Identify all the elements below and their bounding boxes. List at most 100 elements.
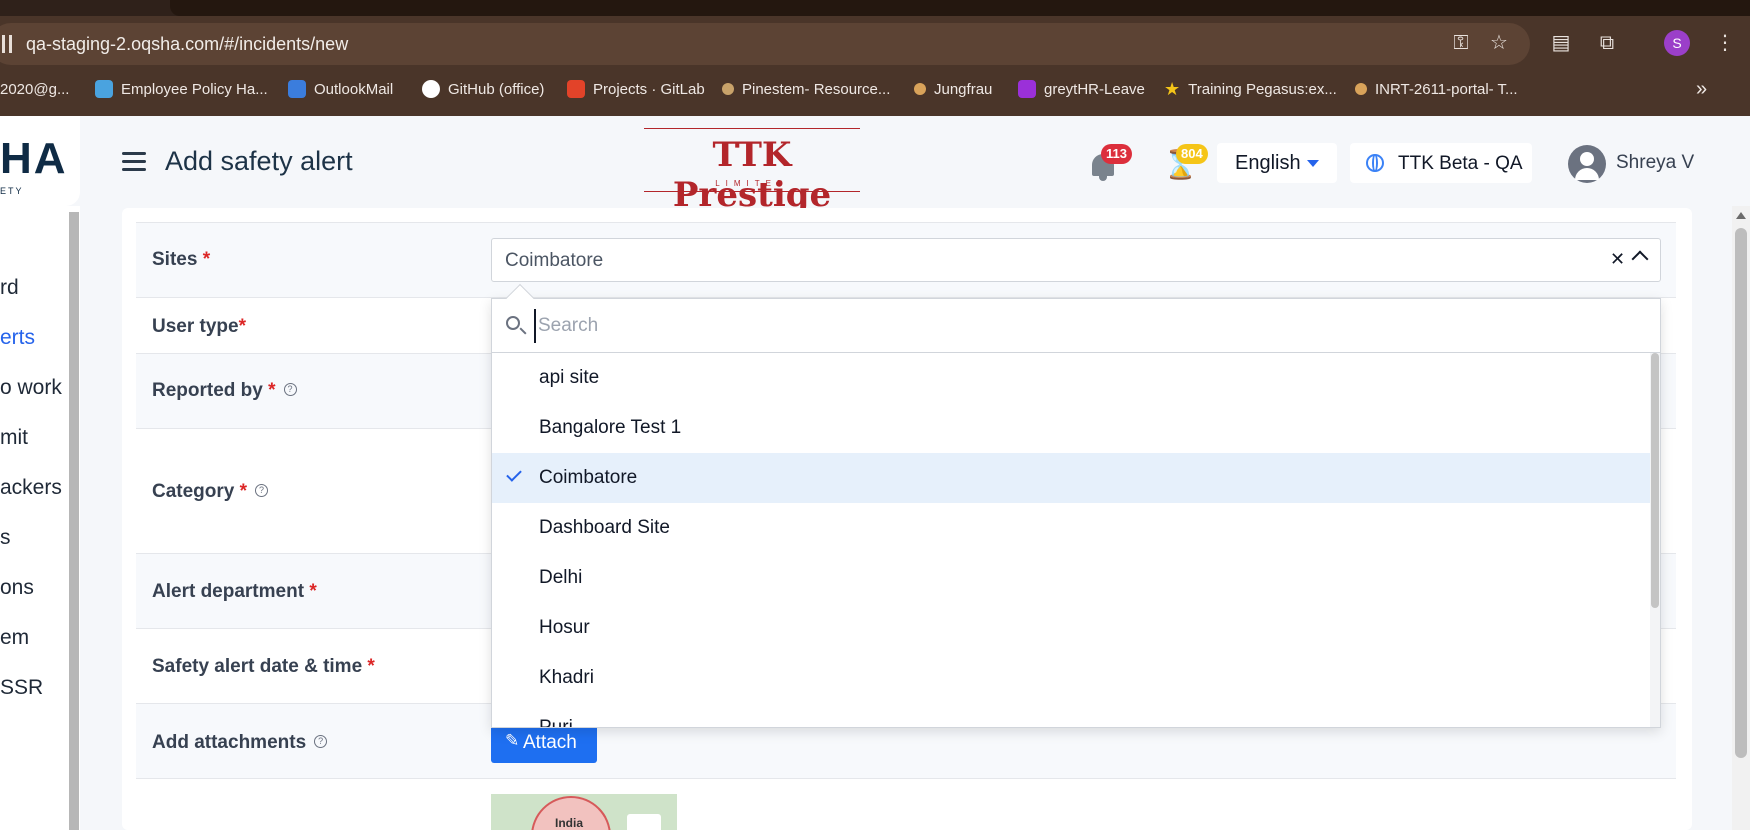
search-icon — [506, 316, 520, 330]
page-scroll-thumb[interactable] — [1735, 228, 1747, 758]
sidebar-item-ons[interactable]: ons — [0, 576, 34, 600]
policy-icon — [95, 80, 113, 98]
sites-select[interactable]: Coimbatore ✕ — [491, 238, 1661, 282]
paperclip-icon: ✎ — [505, 731, 520, 750]
url-text[interactable]: qa-staging-2.oqsha.com/#/incidents/new — [26, 34, 348, 55]
sidebar-item-work[interactable]: o work — [0, 376, 62, 400]
user-menu[interactable]: Shreya V — [1568, 143, 1748, 185]
scroll-up-icon[interactable] — [1736, 212, 1746, 219]
password-key-icon[interactable]: ⚿ — [1448, 30, 1474, 56]
help-icon[interactable]: ? — [283, 383, 297, 396]
greythr-icon — [1018, 80, 1036, 98]
site-info-icon[interactable] — [2, 35, 12, 53]
bookmark-item[interactable]: Jungfrau — [914, 76, 992, 102]
pending-count-badge: 804 — [1176, 144, 1208, 164]
bookmark-item[interactable]: 2020@g... — [0, 76, 69, 102]
clear-icon[interactable]: ✕ — [1610, 249, 1625, 270]
tenant-name: TTK Beta - QA — [1398, 153, 1523, 174]
sites-selected-value: Coimbatore — [505, 250, 604, 271]
page-scrollbar[interactable] — [1732, 206, 1750, 830]
fullscreen-icon[interactable] — [627, 814, 661, 830]
search-input[interactable] — [534, 309, 1634, 343]
dropdown-options: api site Bangalore Test 1 Coimbatore Das… — [492, 353, 1650, 727]
brand-sub: LIMITED — [715, 179, 789, 188]
bookmark-item[interactable]: GitHub (office) — [422, 76, 544, 102]
map-label: India — [555, 816, 584, 830]
globe-icon — [1366, 154, 1384, 172]
sidebar-item-permit[interactable]: mit — [0, 426, 28, 450]
gitlab-icon — [567, 80, 585, 98]
dropdown-option[interactable]: api site — [492, 353, 1650, 403]
notification-count-badge: 113 — [1101, 144, 1132, 164]
bookmark-star-icon[interactable]: ☆ — [1486, 30, 1512, 56]
alert-department-label: Alert department * — [152, 581, 317, 602]
bookmark-item[interactable]: OutlookMail — [288, 76, 393, 102]
bookmark-item[interactable]: greytHR-Leave — [1018, 76, 1145, 102]
form-row-location — [136, 778, 1676, 830]
browser-chrome: qa-staging-2.oqsha.com/#/incidents/new ⚿… — [0, 0, 1750, 116]
category-label: Category *? — [152, 481, 269, 503]
user-type-label: User type* — [152, 316, 247, 337]
portal-icon — [1355, 83, 1367, 95]
sidebar-item-dashboard[interactable]: rd — [0, 276, 19, 300]
extension-notes-icon[interactable]: ▤ — [1548, 30, 1574, 56]
jungfrau-icon — [914, 83, 926, 95]
sidebar-scrollbar[interactable] — [69, 212, 79, 830]
bookmark-item[interactable]: Projects · GitLab — [567, 76, 705, 102]
extensions-puzzle-icon[interactable]: ⧉ — [1594, 30, 1620, 56]
pegasus-star-icon: ★ — [1164, 78, 1181, 99]
dropdown-option[interactable]: Hosur — [492, 603, 1650, 653]
chevron-up-icon[interactable] — [1631, 250, 1649, 268]
logo-tagline: ETY — [0, 186, 24, 196]
bookmark-item[interactable]: INRT-2611-portal- T... — [1355, 76, 1518, 102]
user-avatar-icon — [1568, 145, 1606, 183]
sidebar-item-em[interactable]: em — [0, 626, 29, 650]
sites-label: Sites * — [152, 249, 211, 270]
sidebar-item-alerts[interactable]: erts — [0, 326, 35, 350]
profile-avatar[interactable]: S — [1664, 30, 1690, 56]
active-tab[interactable] — [170, 0, 1750, 16]
github-icon — [422, 80, 440, 98]
tab-strip — [0, 0, 1750, 16]
page-title: Add safety alert — [165, 146, 353, 176]
sidebar: rd erts o work mit ackers s ons em SSR — [0, 206, 80, 830]
bookmark-item[interactable]: Pinestem- Resource... — [722, 76, 890, 102]
reported-by-label: Reported by *? — [152, 380, 297, 402]
dropdown-search — [492, 299, 1660, 353]
browser-menu-icon[interactable]: ⋮ — [1712, 30, 1738, 56]
dropdown-scroll-thumb[interactable] — [1651, 353, 1659, 608]
outlook-icon — [288, 80, 306, 98]
date-time-label: Safety alert date & time * — [152, 656, 375, 677]
sites-dropdown: api site Bangalore Test 1 Coimbatore Das… — [491, 283, 1661, 728]
dropdown-option[interactable]: Puri — [492, 703, 1650, 727]
address-bar[interactable]: qa-staging-2.oqsha.com/#/incidents/new — [0, 23, 1530, 65]
dropdown-scrollbar[interactable] — [1650, 353, 1660, 727]
bookmarks-bar: 2020@g... Employee Policy Ha... OutlookM… — [0, 76, 1750, 102]
dropdown-option[interactable]: Delhi — [492, 553, 1650, 603]
sidebar-item-s[interactable]: s — [0, 526, 11, 550]
help-icon[interactable]: ? — [314, 735, 328, 748]
tenant-switcher[interactable]: TTK Beta - QA — [1350, 143, 1532, 183]
dropdown-option[interactable]: Bangalore Test 1 — [492, 403, 1650, 453]
menu-toggle-icon[interactable] — [122, 152, 146, 172]
logo-text: HA — [0, 134, 68, 183]
sidebar-item-ssr[interactable]: SSR — [0, 676, 43, 700]
help-icon[interactable]: ? — [255, 484, 269, 497]
language-value: English — [1235, 152, 1301, 174]
check-icon — [506, 466, 522, 482]
bookmark-item[interactable]: Employee Policy Ha... — [95, 76, 268, 102]
more-bookmarks-button[interactable]: » — [1696, 76, 1707, 102]
sidebar-item-trackers[interactable]: ackers — [0, 476, 62, 500]
language-select[interactable]: English — [1217, 143, 1337, 183]
user-name: Shreya V — [1616, 152, 1695, 173]
attachments-label: Add attachments? — [152, 732, 328, 754]
pinestem-icon — [722, 83, 734, 95]
location-map[interactable]: India — [491, 794, 677, 830]
bookmark-item[interactable]: ★ Training Pegasus:ex... — [1164, 76, 1337, 102]
dropdown-option[interactable]: Dashboard Site — [492, 503, 1650, 553]
dropdown-option[interactable]: Khadri — [492, 653, 1650, 703]
brand-name: TTK Prestige — [672, 135, 832, 215]
dropdown-option-selected[interactable]: Coimbatore — [492, 453, 1650, 503]
caret-down-icon — [1307, 160, 1319, 167]
company-logo: TTK Prestige LIMITED — [644, 128, 860, 215]
